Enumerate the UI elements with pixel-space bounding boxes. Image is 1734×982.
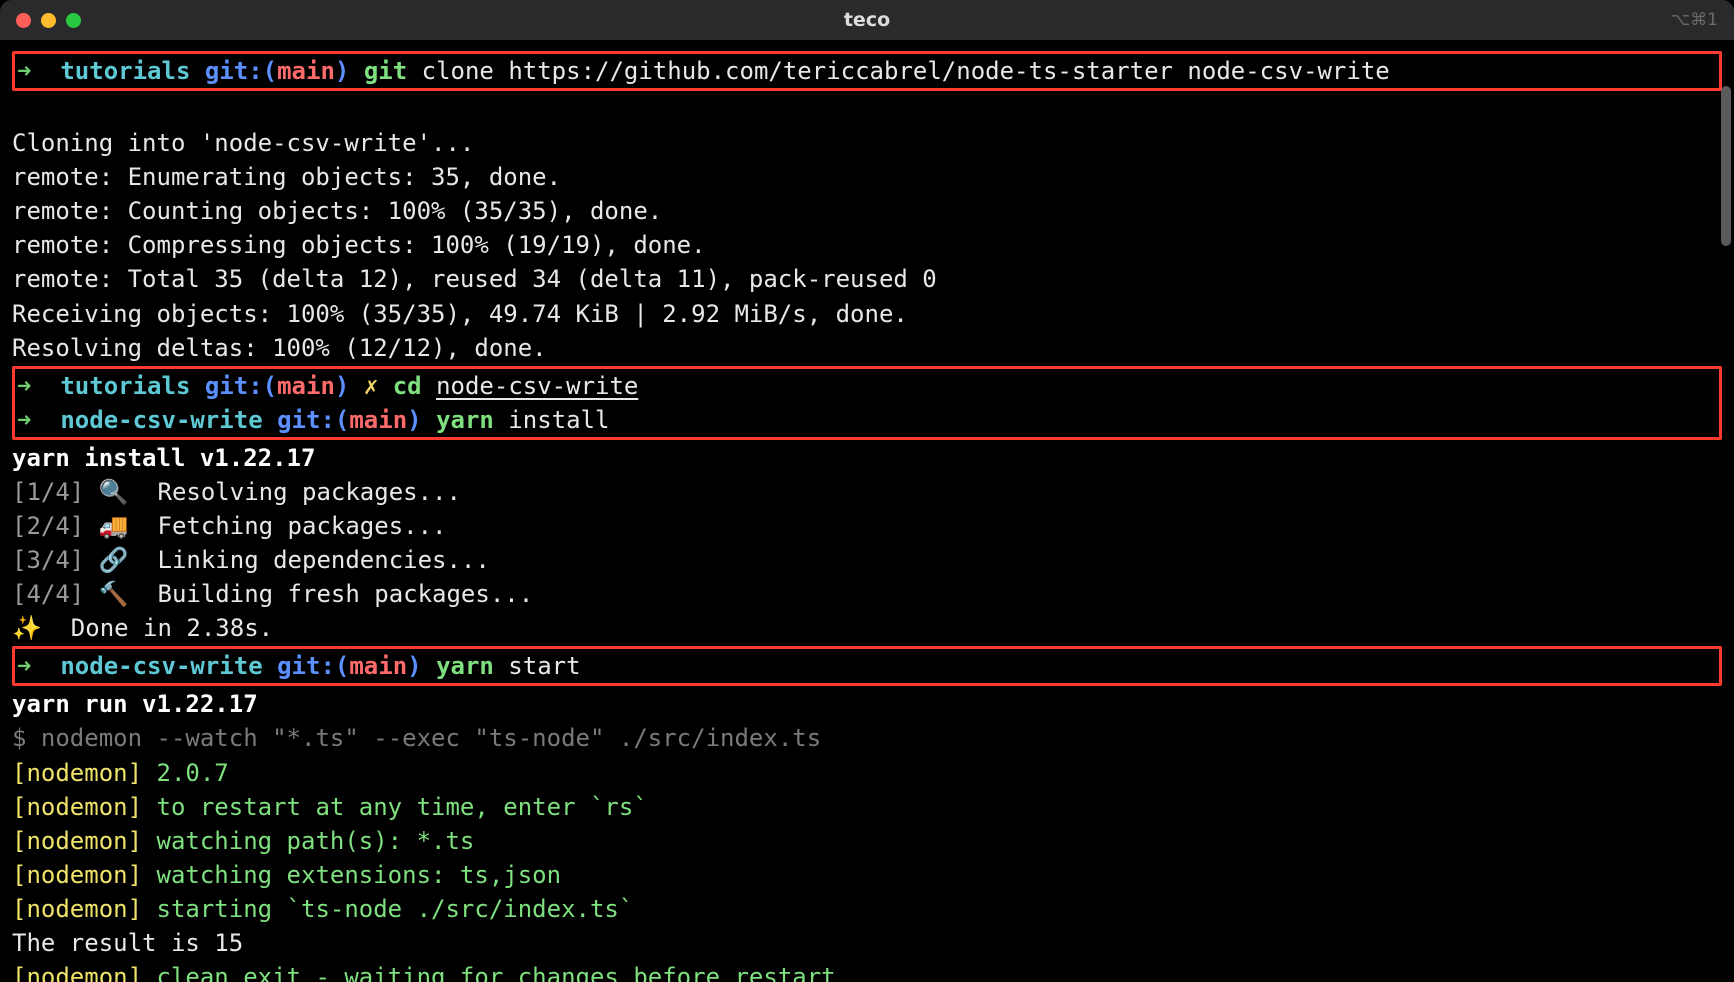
- output-line: Receiving objects: 100% (35/35), 49.74 K…: [12, 297, 1722, 331]
- yarn-step: [4/4] 🔨 Building fresh packages...: [12, 577, 1722, 611]
- prompt-arrow-icon: ➜: [17, 406, 31, 434]
- done-text: Done in 2.38s.: [71, 614, 273, 642]
- cmd-keyword: yarn: [436, 652, 494, 680]
- nodemon-line: [nodemon] 2.0.7: [12, 756, 1722, 790]
- truck-icon: 🚚: [99, 512, 129, 540]
- terminal-window: teco ⌥⌘1 ➜ tutorials git:(main) git clon…: [0, 0, 1734, 982]
- cmd-arg-path: node-csv-write: [436, 372, 638, 400]
- nodemon-tag: [nodemon]: [12, 963, 142, 982]
- git-label: git:(: [277, 652, 349, 680]
- hammer-icon: 🔨: [99, 580, 129, 608]
- prompt-line: ➜ tutorials git:(main) git clone https:/…: [17, 54, 1717, 88]
- nodemon-text: clean exit - waiting for changes before …: [142, 963, 836, 982]
- git-branch: main: [349, 652, 407, 680]
- cmd-args: clone https://github.com/tericcabrel/nod…: [407, 57, 1390, 85]
- close-icon[interactable]: [16, 13, 31, 28]
- git-label: git:(: [277, 406, 349, 434]
- cmd-keyword: yarn: [436, 406, 494, 434]
- git-branch: main: [277, 372, 335, 400]
- yarn-done: ✨ Done in 2.38s.: [12, 611, 1722, 645]
- git-branch: main: [277, 57, 335, 85]
- terminal-body[interactable]: ➜ tutorials git:(main) git clone https:/…: [0, 40, 1734, 982]
- exec-line: $ nodemon --watch "*.ts" --exec "ts-node…: [12, 721, 1722, 755]
- nodemon-line: [nodemon] watching extensions: ts,json: [12, 858, 1722, 892]
- step-text: Fetching packages...: [158, 512, 447, 540]
- nodemon-tag: [nodemon]: [12, 793, 142, 821]
- scrollbar-thumb[interactable]: [1721, 86, 1731, 246]
- git-label: git:(: [205, 372, 277, 400]
- git-branch: main: [349, 406, 407, 434]
- output-line: Cloning into 'node-csv-write'...: [12, 126, 1722, 160]
- step-text: Building fresh packages...: [158, 580, 534, 608]
- prompt-line: ➜ node-csv-write git:(main) yarn install: [17, 403, 1717, 437]
- sparkles-icon: ✨: [12, 614, 42, 642]
- prompt-dir: node-csv-write: [60, 406, 262, 434]
- nodemon-tag: [nodemon]: [12, 861, 142, 889]
- highlight-box-1: ➜ tutorials git:(main) git clone https:/…: [12, 51, 1722, 91]
- step-text: Resolving packages...: [158, 478, 461, 506]
- highlight-box-2: ➜ tutorials git:(main) ✗ cd node-csv-wri…: [12, 366, 1722, 440]
- cmd-keyword: cd: [393, 372, 422, 400]
- nodemon-text: watching path(s): *.ts: [142, 827, 474, 855]
- shortcut-indicator: ⌥⌘1: [1671, 10, 1718, 30]
- minimize-icon[interactable]: [41, 13, 56, 28]
- prompt-dir: tutorials: [60, 372, 190, 400]
- nodemon-line: [nodemon] to restart at any time, enter …: [12, 790, 1722, 824]
- prompt-arrow-icon: ➜: [17, 57, 31, 85]
- git-close: ): [407, 652, 421, 680]
- exec-cmd: nodemon --watch "*.ts" --exec "ts-node" …: [41, 724, 821, 752]
- cmd-args: install: [494, 406, 610, 434]
- traffic-lights: [16, 13, 81, 28]
- output-line: Resolving deltas: 100% (12/12), done.: [12, 331, 1722, 365]
- program-output: The result is 15: [12, 926, 1722, 960]
- yarn-step: [2/4] 🚚 Fetching packages...: [12, 509, 1722, 543]
- nodemon-tag: [nodemon]: [12, 827, 142, 855]
- nodemon-line: [nodemon] starting `ts-node ./src/index.…: [12, 892, 1722, 926]
- nodemon-text: watching extensions: ts,json: [142, 861, 561, 889]
- output-line: remote: Enumerating objects: 35, done.: [12, 160, 1722, 194]
- nodemon-tag: [nodemon]: [12, 759, 142, 787]
- nodemon-line: [nodemon] clean exit - waiting for chang…: [12, 960, 1722, 982]
- output-line: remote: Counting objects: 100% (35/35), …: [12, 194, 1722, 228]
- step-counter: [3/4]: [12, 546, 84, 574]
- prompt-dir: node-csv-write: [60, 652, 262, 680]
- nodemon-line: [nodemon] watching path(s): *.ts: [12, 824, 1722, 858]
- yarn-step: [3/4] 🔗 Linking dependencies...: [12, 543, 1722, 577]
- prompt-arrow-icon: ➜: [17, 372, 31, 400]
- prompt-line: ➜ tutorials git:(main) ✗ cd node-csv-wri…: [17, 369, 1717, 403]
- titlebar[interactable]: teco ⌥⌘1: [0, 0, 1734, 40]
- nodemon-text: starting `ts-node ./src/index.ts`: [142, 895, 633, 923]
- output-line: remote: Total 35 (delta 12), reused 34 (…: [12, 262, 1722, 296]
- nodemon-text: 2.0.7: [142, 759, 229, 787]
- step-counter: [2/4]: [12, 512, 84, 540]
- yarn-header: yarn run v1.22.17: [12, 687, 1722, 721]
- cmd-keyword: git: [364, 57, 407, 85]
- git-close: ): [335, 372, 349, 400]
- git-label: git:(: [205, 57, 277, 85]
- git-close: ): [335, 57, 349, 85]
- prompt-dir: tutorials: [60, 57, 190, 85]
- yarn-header: yarn install v1.22.17: [12, 441, 1722, 475]
- nodemon-text: to restart at any time, enter `rs`: [142, 793, 648, 821]
- output-line: remote: Compressing objects: 100% (19/19…: [12, 228, 1722, 262]
- cmd-args: start: [494, 652, 581, 680]
- window-title: teco: [844, 9, 890, 31]
- dirty-icon: ✗: [364, 372, 378, 400]
- prompt-arrow-icon: ➜: [17, 652, 31, 680]
- step-counter: [1/4]: [12, 478, 84, 506]
- yarn-step: [1/4] 🔍 Resolving packages...: [12, 475, 1722, 509]
- output-line: [12, 92, 1722, 126]
- highlight-box-3: ➜ node-csv-write git:(main) yarn start: [12, 646, 1722, 686]
- step-text: Linking dependencies...: [158, 546, 490, 574]
- exec-prefix: $: [12, 724, 41, 752]
- step-counter: [4/4]: [12, 580, 84, 608]
- prompt-line: ➜ node-csv-write git:(main) yarn start: [17, 649, 1717, 683]
- nodemon-tag: [nodemon]: [12, 895, 142, 923]
- zoom-icon[interactable]: [66, 13, 81, 28]
- magnifier-icon: 🔍: [99, 478, 129, 506]
- git-close: ): [407, 406, 421, 434]
- link-icon: 🔗: [99, 546, 129, 574]
